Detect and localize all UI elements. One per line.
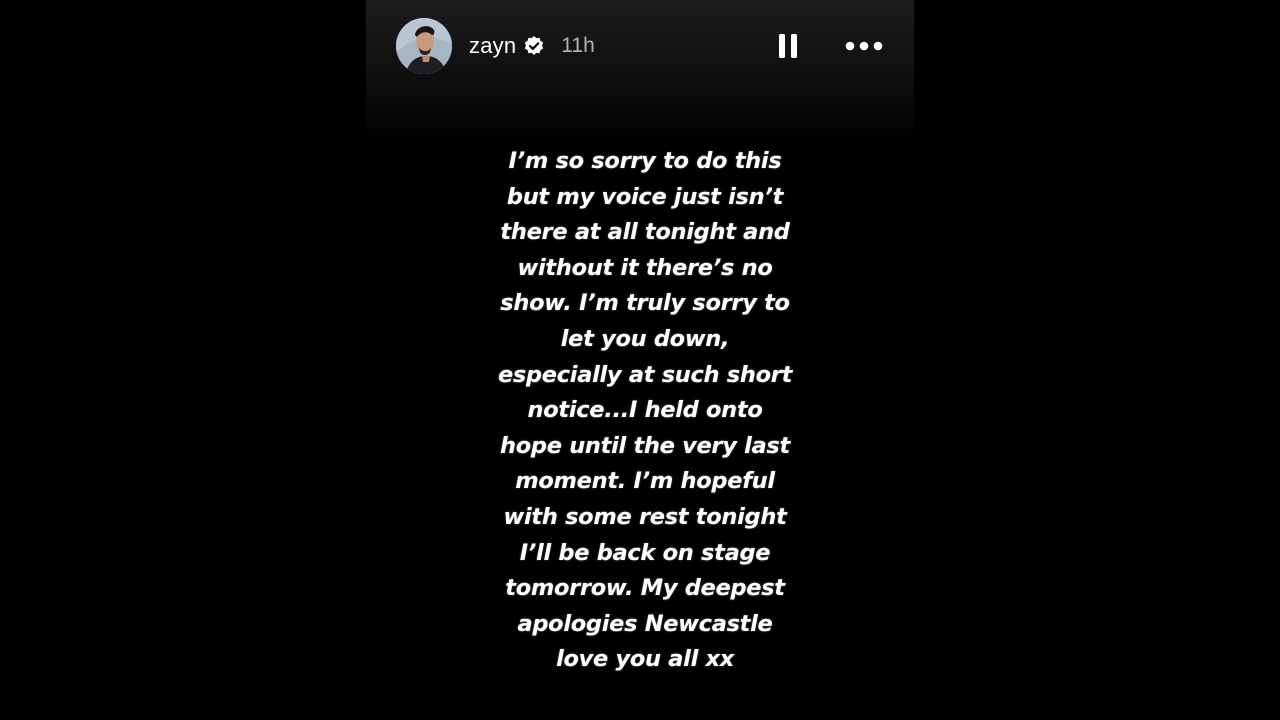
story-viewer[interactable]: zayn 11h I’m so sorry to do this but my … — [366, 0, 914, 720]
username[interactable]: zayn — [469, 33, 516, 59]
pause-button[interactable] — [774, 26, 802, 66]
more-options-button[interactable] — [842, 26, 886, 66]
verified-badge-icon — [523, 35, 545, 57]
story-text-message: I’m so sorry to do this but my voice jus… — [497, 148, 793, 673]
profile-photo — [396, 18, 452, 74]
story-header: zayn 11h — [396, 18, 886, 74]
avatar[interactable] — [396, 18, 452, 74]
page-background: zayn 11h I’m so sorry to do this but my … — [0, 0, 1280, 720]
post-timestamp: 11h — [561, 34, 595, 57]
more-options-icon — [845, 41, 883, 51]
pause-icon — [779, 34, 797, 58]
